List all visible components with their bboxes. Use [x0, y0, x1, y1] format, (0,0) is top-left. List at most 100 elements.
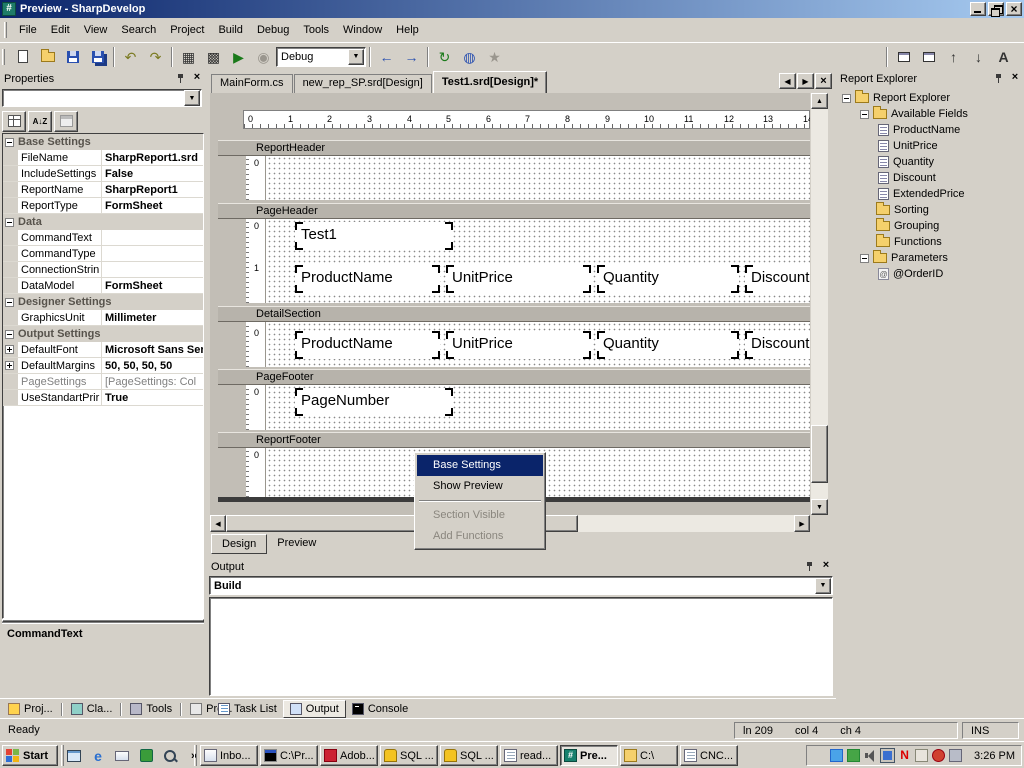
taskbar-button-command-prompt[interactable]: C:\Pr...	[260, 745, 318, 766]
tab-task-list[interactable]: Task List	[212, 700, 283, 718]
property-value[interactable]: SharpReport1	[102, 182, 203, 197]
taskbar-button-explorer[interactable]: C:\	[620, 745, 678, 766]
open-file-button[interactable]	[35, 45, 60, 69]
antivirus-tray-icon[interactable]	[898, 749, 911, 762]
output-text-area[interactable]	[209, 597, 833, 696]
tab-output[interactable]: Output	[283, 700, 346, 718]
object-selector-combo[interactable]	[2, 89, 202, 107]
section-body-reportheader[interactable]: 0	[246, 156, 810, 200]
save-all-button[interactable]	[85, 45, 110, 69]
tab-new-rep-sp[interactable]: new_rep_SP.srd[Design]	[294, 74, 432, 93]
field-header-quantity[interactable]: Quantity	[597, 265, 739, 293]
property-value[interactable]: 50, 50, 50, 50	[102, 358, 203, 373]
show-desktop-button[interactable]	[64, 746, 84, 766]
menu-file[interactable]: File	[12, 21, 44, 39]
tree-item-sorting[interactable]: Sorting	[838, 202, 1024, 218]
tab-test1-active[interactable]: Test1.srd[Design]*	[433, 71, 547, 93]
category-row-output-settings[interactable]: Output Settings	[3, 326, 203, 342]
menu-project[interactable]: Project	[163, 21, 211, 39]
property-row-usestandartprinter[interactable]: UseStandartPrirTrue	[3, 390, 203, 406]
expand-icon[interactable]	[5, 361, 14, 370]
close-document-button[interactable]	[815, 73, 832, 89]
menu-view[interactable]: View	[77, 21, 115, 39]
close-button[interactable]	[1006, 2, 1022, 16]
scroll-up-arrow[interactable]	[811, 93, 828, 109]
tree-item-unitprice[interactable]: UnitPrice	[838, 138, 1024, 154]
dropdown-arrow-icon[interactable]	[348, 49, 364, 65]
bookmark-button[interactable]: ★	[482, 45, 507, 69]
property-value[interactable]	[102, 230, 203, 245]
tree-item-productname[interactable]: ProductName	[838, 122, 1024, 138]
menu-search[interactable]: Search	[114, 21, 163, 39]
vertical-scrollbar[interactable]	[811, 93, 828, 515]
scroll-up-button[interactable]: ↑	[941, 45, 966, 69]
context-item-base-settings[interactable]: Base Settings	[417, 455, 543, 476]
field-detail-unitprice[interactable]: UnitPrice	[446, 331, 591, 359]
scroll-tabs-left-button[interactable]	[779, 73, 796, 89]
tab-tools[interactable]: Tools	[124, 700, 178, 718]
undo-button[interactable]: ↶	[118, 45, 143, 69]
internet-explorer-button[interactable]	[88, 746, 108, 766]
run-button[interactable]: ▶	[226, 45, 251, 69]
network-tray-icon[interactable]	[830, 749, 843, 762]
field-header-unitprice[interactable]: UnitPrice	[446, 265, 591, 293]
taskbar-button-sql-1[interactable]: SQL ...	[380, 745, 438, 766]
tree-item-quantity[interactable]: Quantity	[838, 154, 1024, 170]
clock[interactable]: 3:26 PM	[974, 750, 1015, 762]
menu-build[interactable]: Build	[211, 21, 249, 39]
collapse-icon[interactable]	[860, 254, 869, 263]
restore-button[interactable]	[988, 2, 1004, 16]
categorized-button[interactable]	[2, 111, 26, 132]
tree-item-discount[interactable]: Discount	[838, 170, 1024, 186]
property-row-includesettings[interactable]: IncludeSettingsFalse	[3, 166, 203, 182]
menu-window[interactable]: Window	[336, 21, 389, 39]
build-all-button[interactable]: ▩	[201, 45, 226, 69]
vertical-scroll-thumb[interactable]	[811, 425, 828, 483]
scroll-down-arrow[interactable]	[811, 499, 828, 515]
tree-item-available-fields[interactable]: Available Fields	[838, 106, 1024, 122]
property-row-datamodel[interactable]: DataModelFormSheet	[3, 278, 203, 294]
tree-item-functions[interactable]: Functions	[838, 234, 1024, 250]
tab-classes[interactable]: Cla...	[65, 700, 119, 718]
collapse-icon[interactable]	[5, 138, 14, 147]
pin-icon[interactable]	[174, 72, 188, 85]
property-value[interactable]: SharpReport1.srd	[102, 150, 203, 165]
scroll-down-button[interactable]: ↓	[966, 45, 991, 69]
section-header-pagefooter[interactable]: PageFooter	[218, 369, 810, 385]
scroll-tabs-right-button[interactable]	[797, 73, 814, 89]
pin-icon[interactable]	[992, 72, 1006, 85]
app-launcher-button[interactable]	[136, 746, 156, 766]
tab-design[interactable]: Design	[211, 534, 267, 554]
property-row-commandtext[interactable]: CommandText	[3, 230, 203, 246]
refresh-button[interactable]: ↻	[432, 45, 457, 69]
tree-item-parameters[interactable]: Parameters	[838, 250, 1024, 266]
menubar-grip[interactable]	[4, 22, 7, 38]
browser-button[interactable]: ◍	[457, 45, 482, 69]
debug-configuration-combo[interactable]: Debug	[276, 47, 366, 67]
taskbar-button-acrobat[interactable]: Adob...	[320, 745, 378, 766]
expand-icon[interactable]	[5, 345, 14, 354]
section-design-surface[interactable]	[267, 156, 810, 200]
volume-tray-icon[interactable]	[864, 749, 877, 762]
property-value[interactable]: False	[102, 166, 203, 181]
build-button[interactable]: ▦	[176, 45, 201, 69]
scheduler-tray-icon[interactable]	[847, 749, 860, 762]
dropdown-arrow-icon[interactable]	[815, 578, 831, 594]
next-window-button[interactable]	[916, 45, 941, 69]
update-tray-icon[interactable]	[932, 749, 945, 762]
menu-help[interactable]: Help	[389, 21, 426, 39]
property-row-filename[interactable]: FileNameSharpReport1.srd	[3, 150, 203, 166]
mail-button[interactable]	[112, 746, 132, 766]
tree-item-extendedprice[interactable]: ExtendedPrice	[838, 186, 1024, 202]
start-button[interactable]: Start	[2, 745, 58, 766]
field-detail-discount[interactable]: Discount	[745, 331, 810, 359]
category-row-base-settings[interactable]: Base Settings	[3, 134, 203, 150]
property-value[interactable]: True	[102, 390, 203, 405]
field-detail-quantity[interactable]: Quantity	[597, 331, 739, 359]
save-button[interactable]	[60, 45, 85, 69]
collapse-icon[interactable]	[842, 94, 851, 103]
tree-item-report-explorer[interactable]: Report Explorer	[838, 90, 1024, 106]
field-pagenumber[interactable]: PageNumber	[295, 388, 453, 416]
output-category-combo[interactable]: Build	[209, 576, 833, 595]
property-value[interactable]: FormSheet	[102, 198, 203, 213]
